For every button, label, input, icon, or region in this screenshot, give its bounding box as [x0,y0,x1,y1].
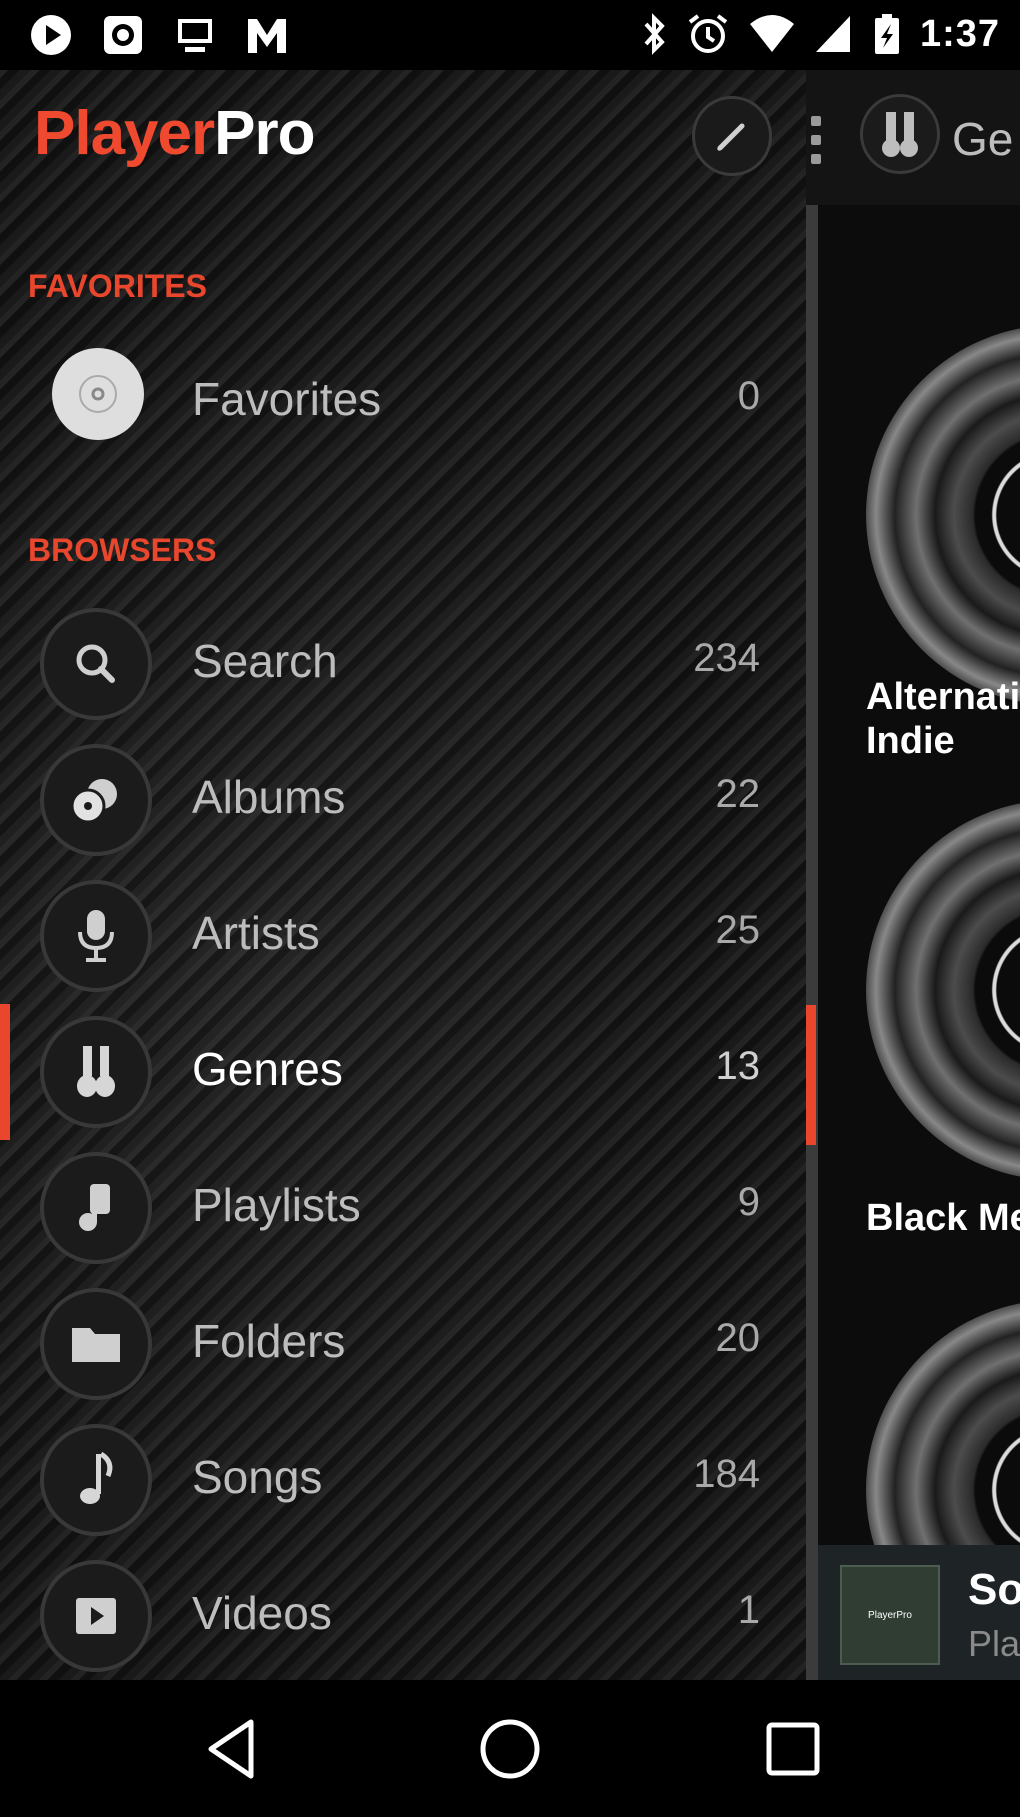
pencil-icon [716,123,745,152]
drawer-item-count: 9 [737,1180,760,1224]
record-icon [100,12,146,58]
drawer-item-count: 1 [737,1588,760,1632]
active-indicator [0,1004,10,1140]
back-icon[interactable] [196,1714,266,1784]
edit-button[interactable] [692,96,772,176]
genres-content-pane: Ge Alternati Indie Black Me [806,70,1020,1680]
albums-icon [40,744,152,856]
wifi-icon [749,15,794,52]
search-icon [40,608,152,720]
drawer-item-label: Search [192,635,338,687]
vinyl-record-image [866,800,1020,1180]
guitar-icon [40,1016,152,1128]
genre-card-title-line2: Indie [866,720,955,760]
drawer-item-label: Playlists [192,1179,361,1231]
music-note-icon [40,1424,152,1536]
genre-card-title: Alternati [866,676,1020,718]
mini-player-title: So [968,1565,1020,1614]
drawer-item-count: 234 [693,636,760,680]
gmail-icon [244,12,290,58]
status-bar: 1:37 [0,0,1020,70]
drawer-item-label: Favorites [192,373,382,425]
drawer-edge [806,205,818,1680]
album-art: PlayerPro [840,1565,940,1665]
drawer-item-artists[interactable]: Artists 25 [0,868,806,1004]
mini-player[interactable]: PlayerPro So Pla [806,1545,1020,1680]
drawer-item-label: Genres [192,1043,343,1095]
drawer-item-genres[interactable]: Genres 13 [0,1004,806,1140]
drawer-item-label: Albums [192,771,346,823]
microphone-icon [40,880,152,992]
section-header-favorites: FAVORITES [28,268,207,304]
drawer-item-label: Videos [192,1587,332,1639]
drawer-item-search[interactable]: Search 234 [0,596,806,732]
drawer-item-label: Folders [192,1315,346,1367]
alarm-icon [688,14,728,53]
mini-player-subtitle: Pla [968,1623,1020,1664]
drawer-item-albums[interactable]: Albums 22 [0,732,806,868]
drawer-item-videos[interactable]: Videos 1 [0,1548,806,1684]
drawer-item-label: Songs [192,1451,323,1503]
overflow-menu-icon[interactable] [806,116,826,164]
recents-icon[interactable] [758,1714,828,1784]
section-header-browsers: BROWSERS [28,532,217,568]
drawer-item-label: Artists [192,907,320,959]
play-icon [28,12,74,58]
battery-icon [874,14,899,54]
cast-icon [172,12,218,58]
drawer-item-playlists[interactable]: Playlists 9 [0,1140,806,1276]
drawer-item-count: 22 [715,772,761,816]
navigation-drawer: PlayerPro FAVORITES Favorites 0 BROWSERS… [0,70,806,1680]
home-icon[interactable] [475,1714,545,1784]
guitar-icon[interactable] [860,94,940,174]
signal-icon [815,16,850,52]
drawer-item-folders[interactable]: Folders 20 [0,1276,806,1412]
disc-icon [52,348,144,440]
genre-card[interactable]: Alternati Indie [806,205,1020,760]
drawer-item-favorites[interactable]: Favorites 0 [0,334,806,470]
bluetooth-icon [644,13,665,55]
drawer-item-songs[interactable]: Songs 184 [0,1412,806,1548]
current-browser-title: Ge [952,113,1014,165]
video-icon [40,1560,152,1672]
system-navigation-bar [0,1680,1020,1817]
drawer-item-count: 0 [737,374,760,418]
vinyl-record-image [866,325,1020,705]
content-toolbar: Ge [806,70,1020,205]
drawer-item-count: 20 [715,1316,761,1360]
folder-icon [40,1288,152,1400]
drawer-item-count: 184 [693,1452,760,1496]
drawer-item-count: 13 [715,1044,761,1088]
genre-card[interactable]: Black Me [806,760,1020,1260]
clock: 1:37 [919,12,1000,55]
drawer-edge-accent [806,1005,816,1145]
genre-card-title: Black Me [866,1197,1020,1239]
app-logo: PlayerPro [34,99,316,168]
drawer-item-count: 25 [715,908,761,952]
playlist-icon [40,1152,152,1264]
